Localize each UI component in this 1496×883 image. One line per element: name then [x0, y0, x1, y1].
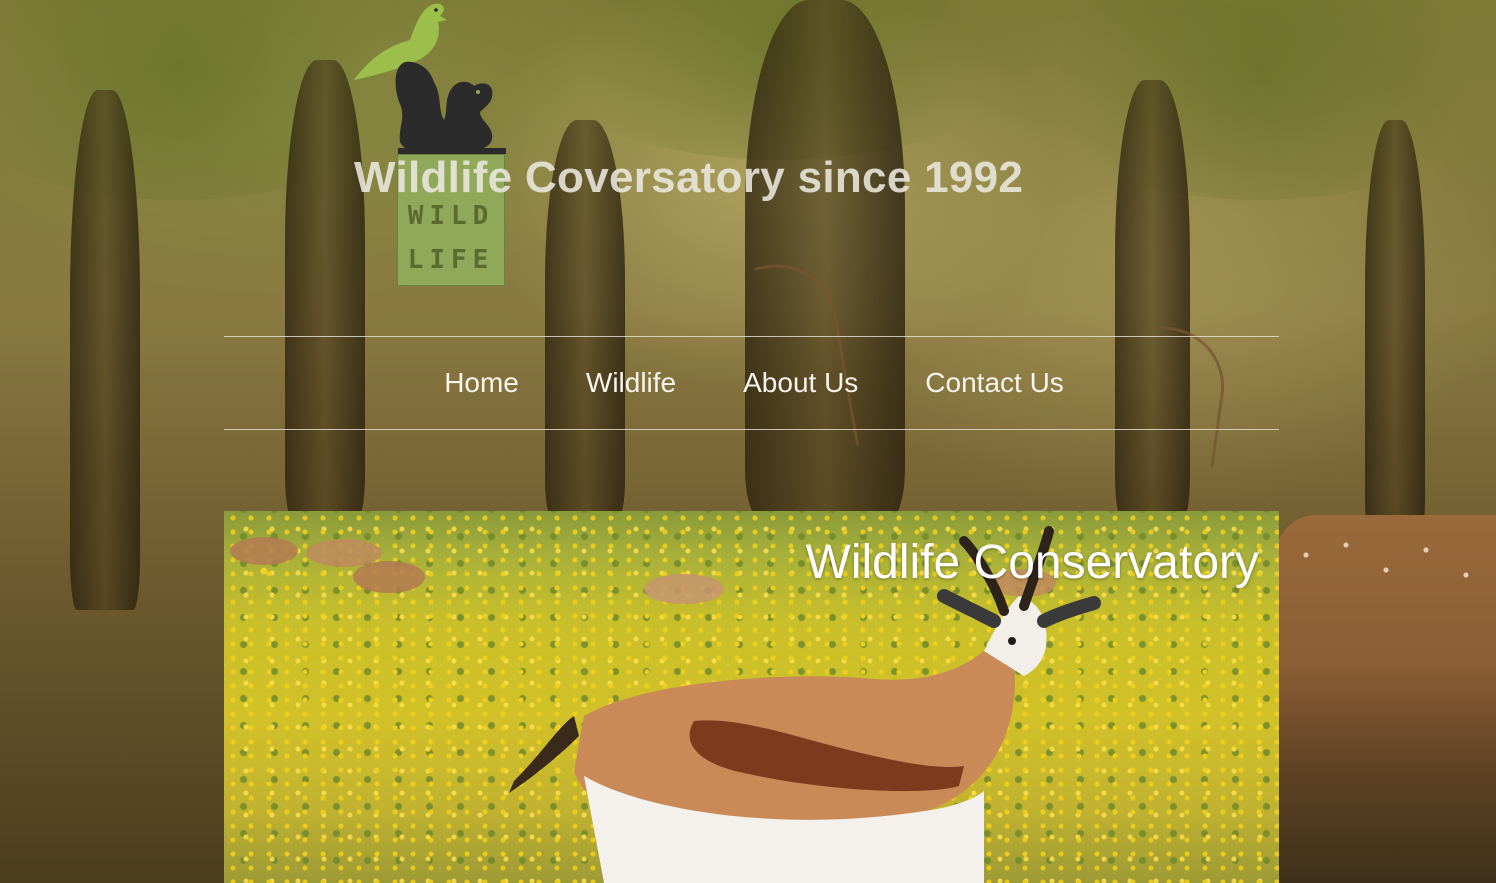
squirrel-icon: [395, 61, 506, 154]
nav-contact-us[interactable]: Contact Us: [920, 367, 1064, 399]
logo-word-life: LIFE: [407, 245, 495, 275]
hero-banner: Wildlife Conservatory: [224, 511, 1279, 883]
background-deer: [1276, 515, 1496, 883]
logo-word-wild: WILD: [407, 201, 495, 231]
nav-about-us[interactable]: About Us: [738, 367, 858, 399]
hero-title: Wildlife Conservatory: [805, 536, 1259, 589]
site-tagline: Wildlife Coversatory since 1992: [354, 153, 1024, 202]
site-logo[interactable]: WILD LIFE: [352, 0, 512, 290]
nav-wildlife[interactable]: Wildlife: [581, 367, 676, 399]
main-navigation: Home Wildlife About Us Contact Us: [224, 336, 1279, 430]
logo-animals: [354, 3, 506, 154]
nav-home[interactable]: Home: [439, 367, 519, 399]
